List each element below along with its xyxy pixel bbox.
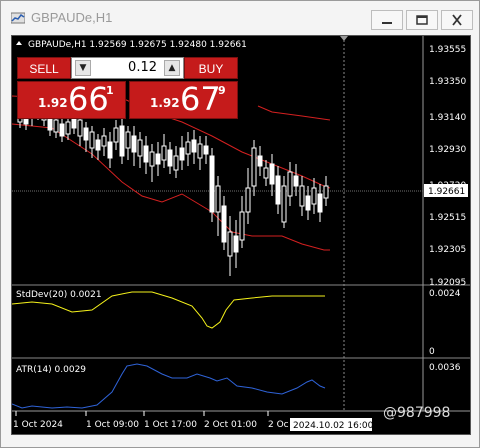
- candle-body: [299, 185, 305, 207]
- candle-body: [323, 185, 329, 199]
- sell-price-prefix: 1.92: [38, 96, 68, 110]
- price-axis: 1.93555 1.93350 1.93140 1.92930 1.92720 …: [429, 45, 466, 288]
- price-axis-label: 1.92305: [429, 245, 466, 255]
- candle-body: [53, 119, 59, 133]
- one-click-trading-panel: SELL ▼ 0.12 ▲ BUY 1.92 66 1 1.92 67 9: [17, 57, 238, 119]
- buy-price-button[interactable]: 1.92 67 9: [129, 80, 238, 119]
- candle-body: [293, 175, 299, 187]
- time-axis: 1 Oct 2024 1 Oct 09:00 1 Oct 17:00 2 Oct…: [13, 411, 289, 430]
- price-axis-label: 1.93555: [429, 45, 466, 55]
- candle-body: [227, 231, 233, 257]
- candlesticks: [17, 96, 329, 276]
- stddev-scale-top: 0.0024: [429, 289, 461, 299]
- sell-button[interactable]: SELL: [17, 57, 71, 79]
- chart-window-icon: [11, 12, 25, 24]
- candle-body: [119, 125, 125, 157]
- candle-body: [65, 121, 71, 135]
- lot-size-value[interactable]: 0.12: [94, 60, 161, 75]
- candle-body: [143, 145, 149, 163]
- time-axis-label: 1 Oct 17:00: [144, 420, 197, 430]
- buy-price-big: 67: [180, 80, 221, 118]
- close-button[interactable]: [441, 10, 473, 30]
- lot-increase-icon[interactable]: ▲: [164, 60, 180, 76]
- candle-body: [215, 185, 221, 213]
- candle-body: [71, 117, 77, 129]
- candle-body: [311, 187, 317, 205]
- candle-body: [239, 211, 245, 241]
- candle-body: [191, 139, 197, 153]
- price-axis-label: 1.93350: [429, 77, 466, 87]
- chart-shift-marker[interactable]: [340, 36, 348, 41]
- time-axis-label: 1 Oct 09:00: [86, 420, 139, 430]
- chart-area[interactable]: GBPAUDe,H1 1.92569 1.92675 1.92480 1.926…: [11, 35, 471, 435]
- candle-body: [287, 171, 293, 197]
- candle-body: [263, 167, 269, 179]
- candle-body: [95, 139, 101, 151]
- stddev-label: StdDev(20) 0.0021: [16, 290, 102, 300]
- candle-body: [245, 187, 251, 213]
- candle-body: [251, 147, 257, 187]
- stddev-scale-bottom: 0: [429, 347, 435, 357]
- buy-price-pipette: 9: [218, 84, 226, 97]
- price-axis-label: 1.92095: [429, 278, 466, 288]
- candle-body: [149, 151, 155, 167]
- candle-body: [257, 155, 263, 167]
- time-axis-label: 2 Oct 01:00: [204, 420, 257, 430]
- close-icon: [452, 14, 462, 26]
- title-bar: GBPAUDe,H1: [1, 1, 479, 35]
- upper-right-line: [257, 105, 331, 121]
- candle-body: [269, 163, 275, 185]
- candle-body: [77, 119, 83, 137]
- time-axis-label: 1 Oct 2024: [13, 420, 63, 430]
- time-axis-label: 2 Oc: [268, 420, 289, 430]
- lot-size-input[interactable]: ▼ 0.12 ▲: [71, 57, 184, 79]
- candle-body: [161, 145, 167, 161]
- candle-body: [203, 145, 209, 155]
- restore-button[interactable]: [406, 10, 438, 30]
- candle-body: [107, 141, 113, 159]
- one-click-toggle-icon[interactable]: [16, 41, 22, 45]
- buy-button[interactable]: BUY: [184, 57, 238, 79]
- candle-body: [179, 147, 185, 161]
- price-axis-label: 1.93140: [429, 113, 466, 123]
- candle-body: [59, 123, 65, 137]
- atr-label: ATR(14) 0.0029: [16, 365, 86, 375]
- candle-body: [83, 127, 89, 141]
- sell-price-pipette: 1: [106, 84, 114, 97]
- candle-body: [131, 135, 137, 153]
- window-title: GBPAUDe,H1: [31, 10, 113, 25]
- restore-icon: [416, 15, 428, 25]
- candle-body: [167, 149, 173, 167]
- minimize-button[interactable]: [371, 10, 403, 30]
- candle-body: [281, 185, 287, 223]
- sell-price-big: 66: [68, 80, 109, 118]
- candle-body: [173, 155, 179, 171]
- watermark: @987998: [383, 405, 451, 421]
- chart-window: GBPAUDe,H1 GBPAUDe,H1 1.92569 1.92675 1.…: [0, 0, 480, 448]
- candle-body: [185, 141, 191, 155]
- candle-body: [317, 193, 323, 213]
- sell-price-button[interactable]: 1.92 66 1: [17, 80, 126, 119]
- buy-price-prefix: 1.92: [150, 96, 180, 110]
- lot-decrease-icon[interactable]: ▼: [75, 60, 91, 76]
- candle-body: [101, 135, 107, 147]
- candle-body: [113, 127, 119, 143]
- candle-body: [305, 195, 311, 211]
- candle-body: [221, 205, 227, 243]
- candle-body: [89, 131, 95, 149]
- candle-body: [233, 235, 239, 253]
- crosshair-time-label: 2024.10.02 16:00: [293, 421, 374, 431]
- price-axis-label: 1.92930: [429, 145, 466, 155]
- candle-body: [197, 143, 203, 159]
- current-price-label: 1.92661: [428, 187, 465, 197]
- candle-body: [209, 155, 215, 213]
- candle-body: [125, 131, 131, 149]
- price-axis-label: 1.92515: [429, 213, 466, 223]
- chart-header: GBPAUDe,H1 1.92569 1.92675 1.92480 1.926…: [28, 40, 247, 50]
- candle-body: [137, 139, 143, 157]
- candle-body: [155, 153, 161, 165]
- minimize-icon: [382, 22, 392, 24]
- candle-body: [275, 175, 281, 205]
- atr-scale-top: 0.0036: [429, 363, 461, 373]
